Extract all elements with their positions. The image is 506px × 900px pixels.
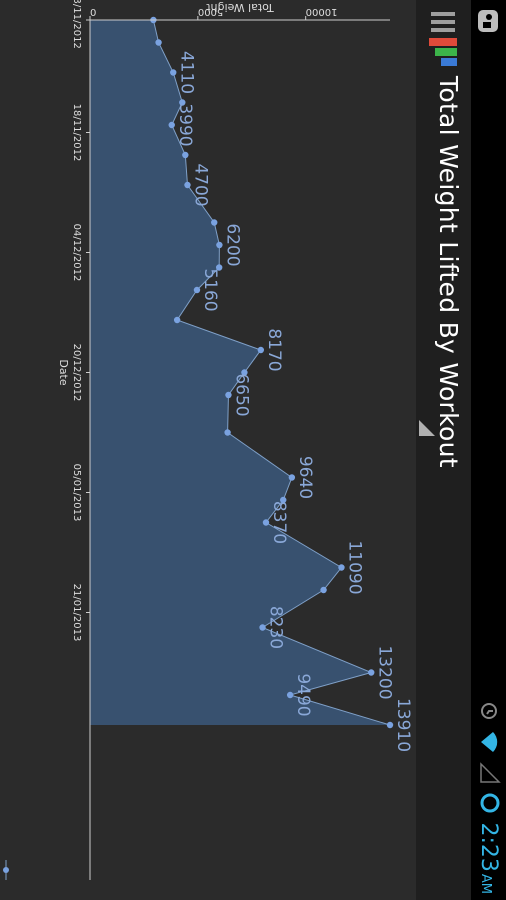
data-point bbox=[211, 219, 218, 226]
x-axis-label: Date bbox=[57, 359, 70, 386]
y-tick-label: 0 bbox=[90, 6, 96, 17]
clock: 2:23AM bbox=[476, 822, 501, 894]
data-label: 3990 bbox=[175, 103, 195, 146]
chart-app-icon bbox=[423, 36, 459, 72]
chart-area: 4110 3990 4700 6200 5160 8170 6650 9640 8370 1109… bbox=[0, 0, 416, 900]
data-point bbox=[224, 429, 231, 436]
data-label: 8230 bbox=[266, 606, 286, 649]
data-label: 5160 bbox=[200, 268, 220, 311]
data-point bbox=[155, 39, 162, 46]
page-title: Total Weight Lifted By Workout bbox=[434, 76, 463, 468]
data-point bbox=[320, 586, 327, 594]
data-label: 9640 bbox=[295, 456, 315, 499]
legend-marker bbox=[3, 867, 9, 873]
y-axis-label: Total Weight bbox=[206, 1, 275, 14]
alarm-icon bbox=[476, 700, 502, 722]
data-label: 8170 bbox=[264, 328, 284, 371]
wifi-icon bbox=[476, 730, 502, 754]
signal-icon bbox=[476, 762, 502, 784]
x-tick-label: 03/11/2012 bbox=[71, 0, 82, 49]
y-tick-label: 10000 bbox=[306, 6, 338, 17]
data-label: 6200 bbox=[222, 223, 242, 266]
total-weight-chart: 4110 3990 4700 62005160 8170 6650 9640 8370 1109… bbox=[3, 0, 413, 880]
sync-icon bbox=[476, 792, 502, 814]
data-point bbox=[182, 151, 189, 159]
spinner-indicator[interactable] bbox=[419, 420, 435, 436]
data-label: 8370 bbox=[269, 501, 289, 544]
data-label: 13200 bbox=[374, 645, 394, 699]
data-point bbox=[173, 316, 181, 324]
x-tick-label: 20/12/2012 bbox=[71, 344, 82, 402]
data-label: 6650 bbox=[231, 373, 251, 416]
app-notification-icon bbox=[475, 8, 501, 34]
action-bar: Total Weight Lifted By Workout bbox=[416, 0, 471, 900]
data-label: 4700 bbox=[190, 163, 210, 206]
landscape-screen: 2:23AM Total Weight Lifted By Workout 41… bbox=[0, 0, 506, 900]
x-tick-label: 21/01/2013 bbox=[71, 584, 82, 642]
x-tick-label: 05/01/2013 bbox=[71, 464, 82, 522]
x-tick-label: 04/12/2012 bbox=[71, 224, 82, 282]
status-bar: 2:23AM bbox=[471, 0, 506, 900]
data-label: 13910 bbox=[393, 698, 413, 752]
x-tick-label: 18/11/2012 bbox=[71, 104, 82, 162]
legend bbox=[3, 860, 9, 880]
data-label: 9490 bbox=[293, 673, 313, 716]
data-label: 4110 bbox=[176, 51, 196, 94]
data-label: 11090 bbox=[344, 540, 364, 594]
